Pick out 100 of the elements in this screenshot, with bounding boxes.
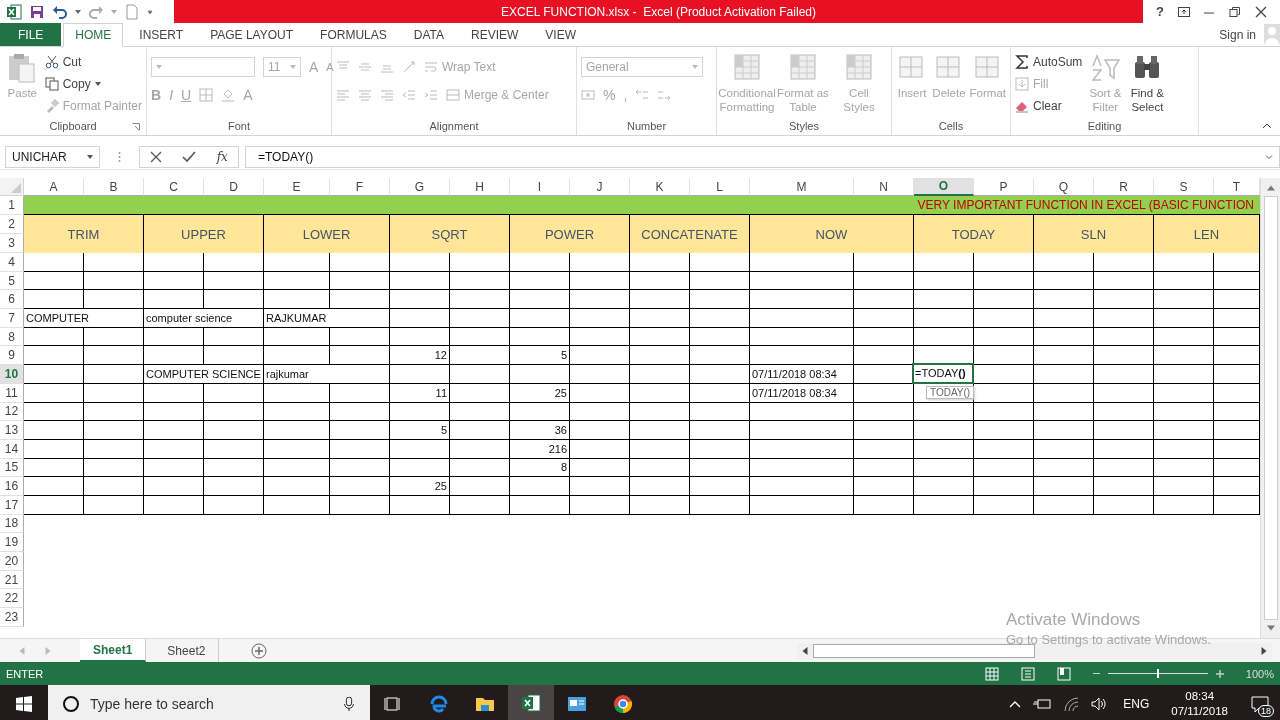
- ribbon-tab[interactable]: INSERT: [128, 23, 195, 46]
- scroll-down-icon[interactable]: [1266, 624, 1275, 632]
- clock[interactable]: 08:34 07/11/2018: [1171, 688, 1228, 719]
- wifi-icon[interactable]: [1063, 695, 1080, 712]
- ribbon-tab[interactable]: REVIEW: [460, 23, 530, 46]
- column-header[interactable]: L: [690, 178, 750, 196]
- column-header[interactable]: M: [750, 178, 854, 196]
- row-header[interactable]: 23: [0, 608, 24, 627]
- column-header[interactable]: F: [330, 178, 390, 196]
- column-header[interactable]: K: [630, 178, 690, 196]
- speaker-icon[interactable]: [1091, 695, 1108, 712]
- page-break-view-icon[interactable]: [1056, 666, 1071, 681]
- sheet-tab[interactable]: Sheet1: [80, 639, 147, 662]
- ribbon-tab[interactable]: FILE: [0, 23, 62, 46]
- column-header[interactable]: S: [1154, 178, 1214, 196]
- zoom-out-icon[interactable]: [1092, 672, 1100, 675]
- microphone-icon[interactable]: [342, 696, 356, 711]
- vertical-scrollbar[interactable]: [1260, 178, 1280, 638]
- clear-button[interactable]: Clear: [1015, 96, 1083, 116]
- column-header[interactable]: I: [510, 178, 570, 196]
- ribbon-tab[interactable]: VIEW: [534, 23, 587, 46]
- empty-cell: [854, 458, 914, 478]
- row-header[interactable]: 10: [0, 365, 24, 384]
- empty-cell: [974, 327, 1034, 347]
- scroll-left-icon[interactable]: [801, 646, 809, 655]
- page-layout-view-icon[interactable]: [1020, 666, 1035, 681]
- table-cell: 8: [510, 458, 570, 478]
- dialog-launcher-icon[interactable]: [132, 123, 140, 131]
- column-header[interactable]: T: [1214, 178, 1260, 196]
- empty-cell: [264, 327, 330, 347]
- row-header[interactable]: 8: [0, 327, 24, 347]
- row-header[interactable]: 16: [0, 477, 24, 496]
- scroll-up-icon[interactable]: [1266, 184, 1275, 192]
- ribbon-tab[interactable]: PAGE LAYOUT: [199, 23, 305, 46]
- zoom-in-icon[interactable]: [1215, 669, 1224, 678]
- ribbon-display-icon[interactable]: [1177, 5, 1190, 18]
- row-header[interactable]: 5: [0, 271, 24, 291]
- redo-icon[interactable]: [88, 3, 104, 20]
- restore-icon[interactable]: [1229, 5, 1242, 18]
- zoom-level[interactable]: 100%: [1245, 667, 1274, 680]
- ribbon-tab[interactable]: HOME: [63, 23, 124, 47]
- row-header[interactable]: 4: [0, 253, 24, 272]
- row-header[interactable]: 13: [0, 421, 24, 440]
- customize-caret-icon[interactable]: [147, 9, 153, 14]
- ribbon-tab[interactable]: FORMULAS: [309, 23, 398, 46]
- column-header[interactable]: G: [390, 178, 450, 196]
- caret-icon[interactable]: [75, 9, 81, 14]
- close-icon[interactable]: [1255, 5, 1268, 18]
- cancel-icon[interactable]: [150, 150, 163, 163]
- empty-cell: [690, 309, 750, 328]
- help-button[interactable]: ?: [1155, 4, 1164, 19]
- add-sheet-icon[interactable]: [251, 642, 268, 659]
- empty-cell: [974, 495, 1034, 515]
- row-header[interactable]: 7: [0, 309, 24, 328]
- row-header[interactable]: 20: [0, 552, 24, 571]
- active-cell[interactable]: =TODAY(): [912, 363, 974, 384]
- column-header[interactable]: B: [84, 178, 144, 196]
- row-header[interactable]: 14: [0, 439, 24, 459]
- row-header[interactable]: 17: [0, 495, 24, 515]
- column-header[interactable]: D: [204, 178, 264, 196]
- zoom-thumb[interactable]: [1156, 669, 1159, 678]
- save-icon[interactable]: [29, 3, 45, 20]
- column-header[interactable]: O: [914, 178, 974, 196]
- column-header[interactable]: R: [1094, 178, 1154, 196]
- row-header[interactable]: 19: [0, 533, 24, 552]
- collapse-ribbon-icon[interactable]: [1262, 123, 1272, 129]
- column-header[interactable]: E: [264, 178, 330, 196]
- normal-view-icon[interactable]: [984, 666, 999, 681]
- column-header[interactable]: P: [974, 178, 1034, 196]
- find-select-button[interactable]: Find & Select: [1128, 50, 1167, 114]
- formula-input[interactable]: =TODAY(): [245, 145, 1280, 168]
- sign-in-link[interactable]: Sign in: [1219, 23, 1256, 46]
- row-header[interactable]: 21: [0, 570, 24, 590]
- language-indicator[interactable]: ENG: [1123, 696, 1150, 711]
- name-box[interactable]: UNICHAR: [5, 145, 100, 168]
- row-header[interactable]: 18: [0, 514, 24, 534]
- column-header[interactable]: C: [144, 178, 204, 196]
- cut-button[interactable]: Cut: [44, 52, 142, 72]
- action-center-button[interactable]: 18: [1240, 685, 1280, 720]
- taskbar-search-field[interactable]: Type here to search: [48, 685, 370, 720]
- column-header[interactable]: N: [854, 178, 914, 196]
- empty-cell: [690, 365, 750, 384]
- column-header[interactable]: H: [450, 178, 510, 196]
- spreadsheet-icon: [521, 692, 541, 713]
- insert-function-button[interactable]: fx: [216, 149, 228, 164]
- row-header[interactable]: 22: [0, 589, 24, 609]
- autosum-button[interactable]: AutoSum: [1015, 52, 1083, 72]
- copy-button[interactable]: Copy: [44, 74, 142, 94]
- row-header[interactable]: 15: [0, 458, 24, 478]
- column-header[interactable]: Q: [1034, 178, 1094, 196]
- row-header[interactable]: 11: [0, 383, 24, 403]
- scroll-right-icon[interactable]: [1260, 646, 1268, 655]
- ribbon-tab[interactable]: DATA: [402, 23, 455, 46]
- column-header[interactable]: A: [24, 178, 84, 196]
- row-header[interactable]: 6: [0, 290, 24, 310]
- column-header[interactable]: J: [570, 178, 630, 196]
- checkmark-icon[interactable]: [182, 149, 197, 164]
- empty-cell: [690, 383, 750, 403]
- row-header[interactable]: 12: [0, 402, 24, 422]
- taskbar-app[interactable]: [508, 685, 554, 720]
